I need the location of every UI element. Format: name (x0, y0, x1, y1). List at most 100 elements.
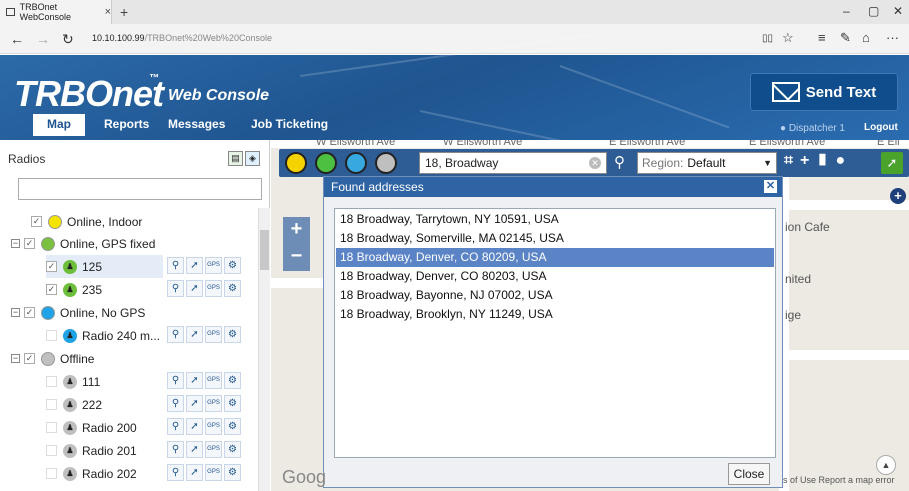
reading-view-icon[interactable]: ▯▯ (762, 33, 773, 44)
search-icon[interactable]: ⚲ (167, 257, 184, 274)
minimize-icon[interactable]: – (843, 4, 850, 18)
chevron-up-icon[interactable]: ▲ (876, 455, 896, 475)
go-arrow-icon[interactable]: ➚ (881, 152, 903, 174)
new-tab-button[interactable]: + (120, 4, 128, 20)
locate-icon[interactable]: ➚ (186, 257, 203, 274)
radios-search-input[interactable] (18, 178, 262, 200)
favorite-icon[interactable]: ☆ (782, 30, 794, 46)
checkbox[interactable] (46, 376, 57, 387)
gear-icon[interactable]: ⚙ (224, 257, 241, 274)
hub-icon[interactable]: ≡ (818, 30, 826, 45)
collapse-icon[interactable]: − (11, 308, 20, 317)
checkbox[interactable]: ✓ (24, 238, 35, 249)
zoom-in-button[interactable]: + (283, 217, 310, 244)
address-search-input[interactable]: 18, Broadway (419, 152, 607, 174)
checkbox[interactable] (46, 445, 57, 456)
group-online-no-gps[interactable]: − ✓ Online, No GPS (11, 301, 261, 324)
address-item[interactable]: 18 Broadway, Tarrytown, NY 10591, USA (336, 210, 774, 229)
locate-icon[interactable]: ➚ (186, 395, 203, 412)
vehicle-gray-icon[interactable] (375, 152, 397, 174)
close-button[interactable]: Close (728, 463, 770, 485)
forward-icon[interactable]: → (36, 31, 50, 47)
checkbox[interactable]: ✓ (46, 284, 57, 295)
address-item[interactable]: 18 Broadway, Brooklyn, NY 11249, USA (336, 305, 774, 324)
close-window-icon[interactable]: ✕ (893, 4, 903, 18)
group-online-gps-fixed[interactable]: − ✓ Online, GPS fixed (11, 232, 261, 255)
gps-icon[interactable]: GPS (205, 395, 222, 412)
collapse-icon[interactable]: − (11, 239, 20, 248)
checkbox[interactable]: ✓ (31, 216, 42, 227)
locate-icon[interactable]: ➚ (186, 326, 203, 343)
group-offline[interactable]: − ✓ Offline (11, 347, 261, 370)
list-view-icon[interactable]: ▤ (228, 151, 243, 166)
checkbox[interactable]: ✓ (24, 353, 35, 364)
vehicle-green-icon[interactable] (315, 152, 337, 174)
gear-icon[interactable]: ⚙ (224, 280, 241, 297)
search-icon[interactable]: ⚲ (167, 326, 184, 343)
search-icon[interactable]: ⚲ (167, 418, 184, 435)
group-view-icon[interactable]: ◈ (245, 151, 260, 166)
locate-icon[interactable]: ➚ (186, 372, 203, 389)
address-item-selected[interactable]: 18 Broadway, Denver, CO 80209, USA (336, 248, 774, 267)
gear-icon[interactable]: ⚙ (224, 464, 241, 481)
maximize-icon[interactable]: ▢ (868, 4, 879, 18)
search-icon[interactable]: ⚲ (614, 153, 625, 171)
locate-icon[interactable]: ➚ (186, 441, 203, 458)
checkbox[interactable] (46, 399, 57, 410)
locate-icon[interactable]: ➚ (186, 280, 203, 297)
back-icon[interactable]: ← (10, 31, 24, 47)
map-add-icon[interactable]: + (890, 188, 906, 204)
checkbox[interactable] (46, 468, 57, 479)
search-icon[interactable]: ⚲ (167, 464, 184, 481)
map-footer[interactable]: s of Use Report a map error (783, 475, 895, 485)
search-icon[interactable]: ⚲ (167, 372, 184, 389)
notes-icon[interactable]: ✎ (840, 30, 851, 46)
checkbox[interactable]: ✓ (46, 261, 57, 272)
collapse-icon[interactable]: − (11, 354, 20, 363)
close-icon[interactable]: ✕ (764, 180, 777, 193)
radio-item-222[interactable]: ♟ 222 (46, 393, 163, 416)
scrollbar-thumb[interactable] (260, 230, 269, 270)
vehicle-yellow-icon[interactable] (285, 152, 307, 174)
nav-reports[interactable]: Reports (104, 117, 149, 131)
search-icon[interactable]: ⚲ (167, 395, 184, 412)
clear-icon[interactable]: ✕ (589, 157, 601, 169)
refresh-icon[interactable]: ↻ (62, 31, 74, 48)
radio-item-235[interactable]: ✓ ♟ 235 (46, 278, 163, 301)
radios-scrollbar[interactable] (258, 208, 270, 491)
gear-icon[interactable]: ⚙ (224, 326, 241, 343)
gear-icon[interactable]: ⚙ (224, 418, 241, 435)
radio-item-201[interactable]: ♟ Radio 201 (46, 439, 163, 462)
address-item[interactable]: 18 Broadway, Somerville, MA 02145, USA (336, 229, 774, 248)
more-icon[interactable]: ··· (886, 30, 899, 45)
tab-close-icon[interactable]: × (105, 6, 111, 18)
gear-icon[interactable]: ⚙ (224, 372, 241, 389)
address-item[interactable]: 18 Broadway, Bayonne, NJ 07002, USA (336, 286, 774, 305)
nav-job-ticketing[interactable]: Job Ticketing (251, 117, 328, 131)
share-icon[interactable]: ⌂ (862, 30, 870, 45)
group-online-indoor[interactable]: ✓ Online, Indoor (31, 210, 261, 233)
radio-item-240[interactable]: ♟ Radio 240 m... (46, 324, 163, 347)
zoom-out-button[interactable]: − (283, 244, 310, 271)
radio-item-125[interactable]: ✓ ♟ 125 (46, 255, 163, 278)
checkbox[interactable] (46, 422, 57, 433)
nav-messages[interactable]: Messages (168, 117, 225, 131)
gps-icon[interactable]: GPS (205, 441, 222, 458)
gear-icon[interactable]: ⚙ (224, 395, 241, 412)
locate-icon[interactable]: ➚ (186, 464, 203, 481)
address-item[interactable]: 18 Broadway, Denver, CO 80203, USA (336, 267, 774, 286)
checkbox[interactable] (46, 330, 57, 341)
gps-icon[interactable]: GPS (205, 372, 222, 389)
map-tools[interactable]: ⌗+▮● (784, 152, 852, 170)
radio-item-111[interactable]: ♟ 111 (46, 370, 163, 393)
gps-icon[interactable]: GPS (205, 464, 222, 481)
radio-item-200[interactable]: ♟ Radio 200 (46, 416, 163, 439)
radio-item-202[interactable]: ♟ Radio 202 (46, 462, 163, 485)
url-field[interactable]: 10.10.100.99/TRBOnet%20Web%20Console (92, 33, 272, 43)
gear-icon[interactable]: ⚙ (224, 441, 241, 458)
nav-map[interactable]: Map (33, 114, 85, 136)
gps-icon[interactable]: GPS (205, 418, 222, 435)
locate-icon[interactable]: ➚ (186, 418, 203, 435)
browser-tab[interactable]: TRBOnet WebConsole × (0, 0, 112, 24)
gps-icon[interactable]: GPS (205, 326, 222, 343)
